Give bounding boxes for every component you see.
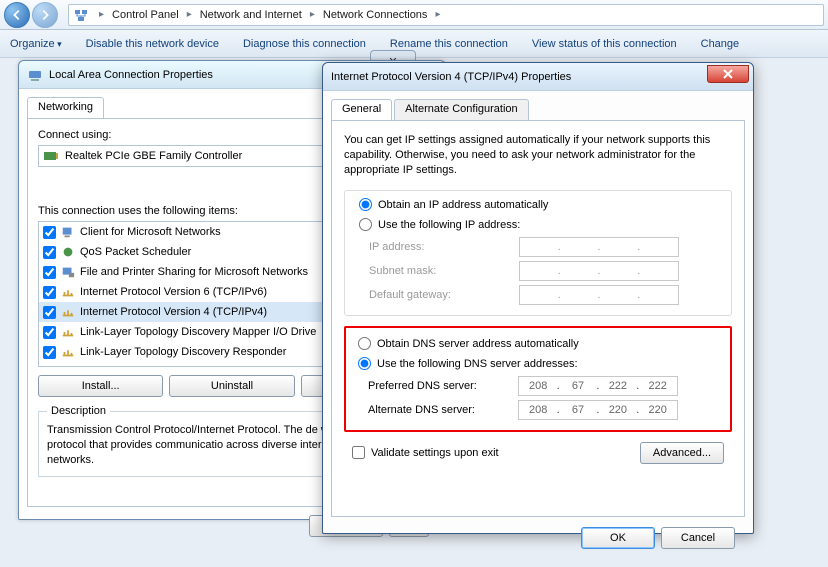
breadcrumb[interactable]: ▸ Control Panel ▸ Network and Internet ▸…: [68, 4, 824, 26]
ip-address-label: IP address:: [369, 241, 519, 253]
item-label: Internet Protocol Version 4 (TCP/IPv4): [80, 306, 267, 318]
use-following-dns-label: Use the following DNS server addresses:: [377, 358, 578, 370]
item-label: File and Printer Sharing for Microsoft N…: [80, 266, 308, 278]
preferred-dns-field[interactable]: 208. 67. 222. 222: [518, 376, 678, 396]
titlebar[interactable]: Internet Protocol Version 4 (TCP/IPv4) P…: [323, 63, 753, 91]
subnet-mask-label: Subnet mask:: [369, 265, 519, 277]
crumb-control-panel[interactable]: Control Panel: [110, 9, 181, 21]
preferred-dns-label: Preferred DNS server:: [368, 380, 518, 392]
item-label: Internet Protocol Version 6 (TCP/IPv6): [80, 286, 267, 298]
advanced-button[interactable]: Advanced...: [640, 442, 724, 464]
window-close-button[interactable]: [707, 65, 749, 83]
install-button[interactable]: Install...: [38, 375, 163, 397]
ipv4-properties-window: Internet Protocol Version 4 (TCP/IPv4) P…: [322, 62, 754, 534]
qos-icon: [60, 244, 76, 260]
change-cmd[interactable]: Change: [701, 38, 740, 50]
disable-device-cmd[interactable]: Disable this network device: [86, 38, 219, 50]
item-checkbox[interactable]: [43, 346, 56, 359]
obtain-dns-auto-radio[interactable]: [358, 337, 371, 350]
chevron-right-icon: ▸: [93, 9, 110, 20]
chevron-right-icon: ▸: [429, 9, 446, 20]
item-checkbox[interactable]: [43, 226, 56, 239]
network-adapter-icon: [27, 67, 43, 83]
window-title: Internet Protocol Version 4 (TCP/IPv4) P…: [331, 71, 571, 83]
obtain-ip-auto-radio[interactable]: [359, 198, 372, 211]
default-gateway-label: Default gateway:: [369, 289, 519, 301]
obtain-ip-auto-label: Obtain an IP address automatically: [378, 199, 548, 211]
use-following-dns-radio[interactable]: [358, 357, 371, 370]
item-checkbox[interactable]: [43, 266, 56, 279]
tab-general[interactable]: General: [331, 99, 392, 120]
client-icon: [60, 224, 76, 240]
subnet-mask-field: ...: [519, 261, 679, 281]
tabstrip: General Alternate Configuration: [331, 99, 745, 121]
protocol-icon: [60, 304, 76, 320]
default-gateway-field: ...: [519, 285, 679, 305]
arrow-right-icon: [38, 8, 52, 22]
uninstall-button[interactable]: Uninstall: [169, 375, 294, 397]
alternate-dns-field[interactable]: 208. 67. 220. 220: [518, 400, 678, 420]
chevron-right-icon: ▸: [181, 9, 198, 20]
item-checkbox[interactable]: [43, 246, 56, 259]
item-label: Link-Layer Topology Discovery Mapper I/O…: [80, 326, 316, 338]
item-label: Link-Layer Topology Discovery Responder: [80, 346, 286, 358]
view-status-cmd[interactable]: View status of this connection: [532, 38, 677, 50]
use-following-ip-label: Use the following IP address:: [378, 219, 520, 231]
explorer-address-bar: ▸ Control Panel ▸ Network and Internet ▸…: [0, 0, 828, 30]
alternate-dns-label: Alternate DNS server:: [368, 404, 518, 416]
ok-button[interactable]: OK: [581, 527, 655, 549]
item-label: QoS Packet Scheduler: [80, 246, 191, 258]
arrow-left-icon: [10, 8, 24, 22]
adapter-name: Realtek PCIe GBE Family Controller: [65, 150, 242, 162]
nic-icon: [43, 148, 59, 164]
obtain-dns-auto-label: Obtain DNS server address automatically: [377, 338, 579, 350]
validate-settings-checkbox[interactable]: [352, 446, 365, 459]
diagnose-cmd[interactable]: Diagnose this connection: [243, 38, 366, 50]
item-checkbox[interactable]: [43, 326, 56, 339]
share-icon: [60, 264, 76, 280]
network-icon: [73, 7, 89, 23]
crumb-network-connections[interactable]: Network Connections: [321, 9, 430, 21]
protocol-icon: [60, 324, 76, 340]
ip-address-field: ...: [519, 237, 679, 257]
rename-cmd[interactable]: Rename this connection: [390, 38, 508, 50]
dns-highlight-box: Obtain DNS server address automatically …: [344, 326, 732, 432]
protocol-icon: [60, 344, 76, 360]
cancel-button[interactable]: Cancel: [661, 527, 735, 549]
nav-forward-button[interactable]: [32, 2, 58, 28]
item-label: Client for Microsoft Networks: [80, 226, 221, 238]
info-text: You can get IP settings assigned automat…: [344, 133, 732, 178]
description-legend: Description: [47, 405, 110, 417]
crumb-network-internet[interactable]: Network and Internet: [198, 9, 304, 21]
tab-networking[interactable]: Networking: [27, 97, 104, 118]
item-checkbox[interactable]: [43, 306, 56, 319]
protocol-icon: [60, 284, 76, 300]
item-checkbox[interactable]: [43, 286, 56, 299]
nav-back-button[interactable]: [4, 2, 30, 28]
close-icon: [722, 69, 734, 79]
use-following-ip-radio[interactable]: [359, 218, 372, 231]
tab-alternate-configuration[interactable]: Alternate Configuration: [394, 99, 529, 120]
organize-menu[interactable]: Organize: [10, 38, 62, 50]
chevron-right-icon: ▸: [304, 9, 321, 20]
window-title: Local Area Connection Properties: [49, 69, 213, 81]
validate-settings-label: Validate settings upon exit: [371, 447, 499, 459]
